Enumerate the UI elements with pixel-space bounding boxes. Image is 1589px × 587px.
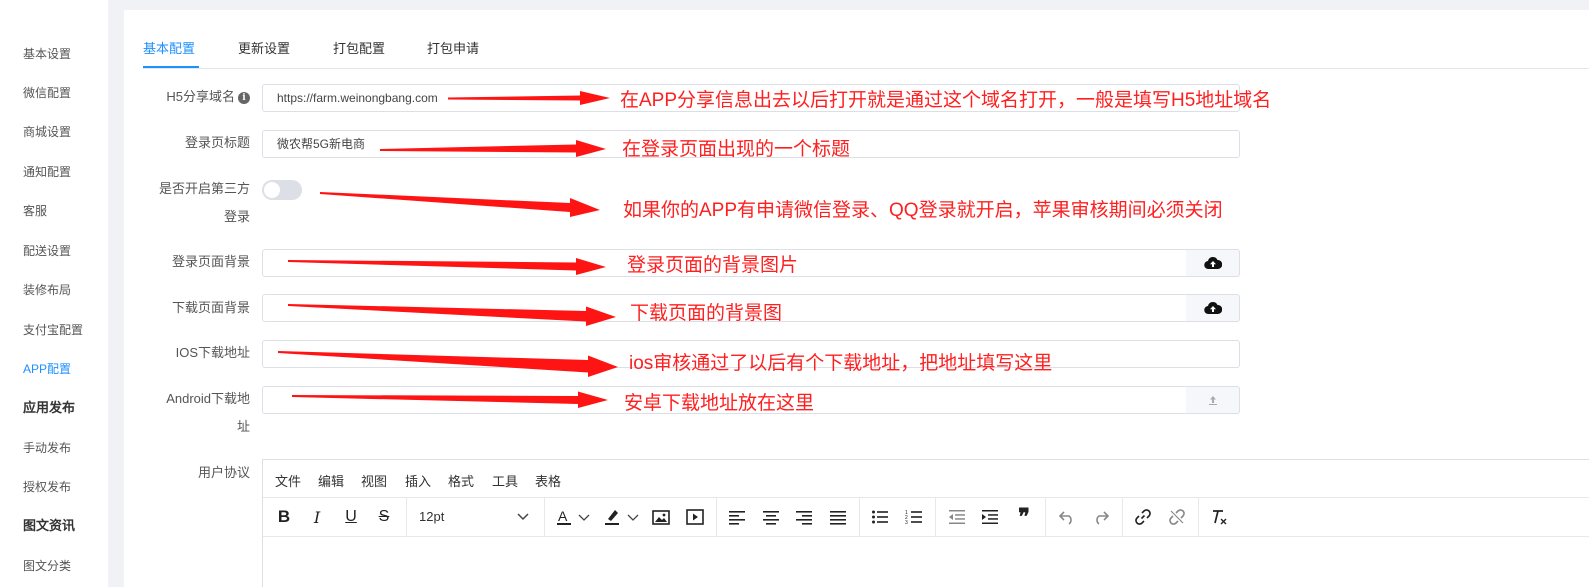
bullet-list-icon[interactable]	[866, 504, 894, 530]
sidebar-group-articles: 图文资讯	[23, 518, 76, 533]
ios-download-label: IOS下载地址	[175, 345, 250, 360]
login-title-label: 登录页标题	[184, 135, 250, 150]
download-background-label: 下载页面背景	[171, 300, 250, 315]
menu-view[interactable]: 视图	[361, 471, 387, 490]
android-download-label-line2: 址	[236, 419, 250, 434]
numbered-list-icon[interactable]: 123	[900, 504, 928, 530]
bold-icon[interactable]: B	[270, 504, 298, 530]
underline-icon[interactable]: U	[337, 504, 365, 530]
redo-icon[interactable]	[1087, 504, 1115, 530]
clear-format-icon[interactable]	[1205, 504, 1233, 530]
font-size-select[interactable]: 12pt	[413, 504, 539, 530]
outdent-icon[interactable]	[943, 504, 971, 530]
sidebar-item-basic-settings[interactable]: 基本设置	[23, 46, 71, 62]
menu-insert[interactable]: 插入	[405, 471, 431, 490]
highlight-icon[interactable]	[599, 504, 627, 530]
upload-arrow-icon	[1208, 396, 1217, 405]
annotation-download-background: 下载页面的背景图	[630, 303, 783, 324]
sidebar-item-wechat-config[interactable]: 微信配置	[23, 85, 71, 101]
sidebar-item-manual-publish[interactable]: 手动发布	[23, 440, 71, 456]
annotation-third-party-login: 如果你的APP有申请微信登录、QQ登录就开启，苹果审核期间必须关闭	[623, 200, 1223, 221]
menu-tools[interactable]: 工具	[492, 471, 518, 490]
android-download-upload-button[interactable]	[1186, 386, 1240, 414]
third-party-login-label-line2: 登录	[223, 209, 250, 224]
sidebar-item-alipay-config[interactable]: 支付宝配置	[23, 322, 83, 338]
editor-toolbar: B I U S 12pt A 1 2 3 ❞	[263, 498, 1589, 537]
sidebar-item-decoration-layout[interactable]: 装修布局	[23, 282, 71, 298]
login-background-upload-button[interactable]	[1186, 249, 1240, 277]
annotation-ios-download: ios审核通过了以后有个下载地址，把地址填写这里	[629, 353, 1053, 374]
sidebar-item-notification-config[interactable]: 通知配置	[23, 164, 71, 180]
image-icon[interactable]	[647, 504, 675, 530]
tab-divider	[143, 68, 1589, 69]
cloud-upload-icon	[1203, 256, 1222, 270]
align-right-icon[interactable]	[790, 504, 818, 530]
editor-menubar: 文件 编辑 视图 插入 格式 工具 表格	[263, 460, 1589, 498]
unlink-icon[interactable]	[1163, 504, 1191, 530]
chevron-down-icon[interactable]	[624, 504, 642, 530]
sidebar: 基本设置 微信配置 商城设置 通知配置 客服 配送设置 装修布局 支付宝配置 A…	[0, 0, 108, 587]
sidebar-item-customer-service[interactable]: 客服	[23, 203, 47, 219]
media-icon[interactable]	[681, 504, 709, 530]
svg-text:3: 3	[905, 520, 908, 525]
blockquote-icon[interactable]: ❞	[1010, 504, 1038, 530]
annotation-h5-domain: 在APP分享信息出去以后打开就是通过这个域名打开，一般是填写H5地址域名	[620, 90, 1272, 111]
android-download-label: Android下载地	[166, 391, 250, 406]
login-background-label: 登录页面背景	[171, 254, 250, 269]
align-left-icon[interactable]	[723, 504, 751, 530]
sidebar-item-article-category[interactable]: 图文分类	[23, 558, 71, 574]
indent-icon[interactable]	[976, 504, 1004, 530]
menu-table[interactable]: 表格	[535, 471, 561, 490]
tab-active-indicator	[143, 66, 199, 68]
sidebar-item-mall-settings[interactable]: 商城设置	[23, 124, 71, 140]
annotation-login-title: 在登录页面出现的一个标题	[622, 139, 851, 160]
chevron-down-icon	[517, 504, 529, 539]
menu-format[interactable]: 格式	[448, 471, 474, 490]
tab-update-settings[interactable]: 更新设置	[238, 40, 290, 58]
align-center-icon[interactable]	[757, 504, 785, 530]
chevron-down-icon[interactable]	[575, 504, 593, 530]
h5-domain-label: H5分享域名 i	[166, 83, 250, 111]
sidebar-item-authorized-publish[interactable]: 授权发布	[23, 479, 71, 495]
align-justify-icon[interactable]	[824, 504, 852, 530]
user-agreement-label: 用户协议	[197, 465, 250, 480]
info-icon[interactable]: i	[238, 91, 250, 104]
toggle-knob	[264, 182, 280, 198]
sidebar-group-app-publish: 应用发布	[23, 400, 76, 415]
link-icon[interactable]	[1129, 504, 1157, 530]
strikethrough-icon[interactable]: S	[370, 504, 398, 530]
undo-icon[interactable]	[1053, 504, 1081, 530]
third-party-login-toggle[interactable]	[262, 180, 302, 200]
annotation-android-download: 安卓下载地址放在这里	[624, 393, 815, 414]
tab-package-apply[interactable]: 打包申请	[427, 40, 479, 58]
svg-text:A: A	[558, 508, 568, 524]
menu-edit[interactable]: 编辑	[318, 471, 344, 490]
italic-icon[interactable]: I	[303, 504, 331, 530]
cloud-upload-icon	[1203, 301, 1222, 315]
sidebar-item-app-config[interactable]: APP配置	[23, 361, 71, 377]
download-background-upload-button[interactable]	[1186, 294, 1240, 322]
annotation-login-background: 登录页面的背景图片	[627, 255, 799, 276]
tab-basic-config[interactable]: 基本配置	[143, 40, 195, 58]
tab-package-config[interactable]: 打包配置	[333, 40, 385, 58]
sidebar-item-delivery-settings[interactable]: 配送设置	[23, 243, 71, 259]
third-party-login-label: 是否开启第三方	[158, 181, 250, 196]
rich-text-editor: 文件 编辑 视图 插入 格式 工具 表格 B I U S 12pt A 1 2 …	[262, 459, 1589, 587]
menu-file[interactable]: 文件	[275, 471, 301, 490]
